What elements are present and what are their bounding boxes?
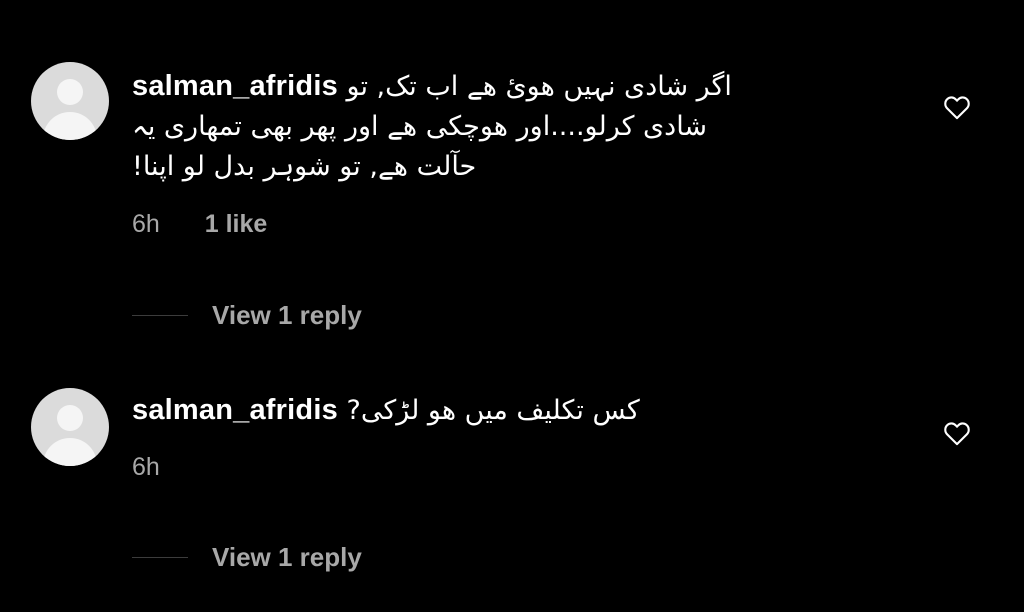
comment-body-line: شادی کرلو....اور ھوچکی ھے اور پھر بھی تم… bbox=[132, 111, 708, 142]
replies-divider bbox=[132, 315, 188, 316]
avatar-head-shape bbox=[57, 79, 83, 105]
comment-text: salman_afridis کس تکلیف میں ھو لڑکی? bbox=[132, 390, 862, 431]
avatar-body-shape bbox=[43, 112, 97, 140]
comment-meta: 6h bbox=[132, 453, 160, 482]
view-replies-label: View 1 reply bbox=[212, 300, 362, 330]
comment-timestamp: 6h bbox=[132, 453, 160, 481]
comment-body-line: اگر شادی نہیں ھوئ ھے اب تک, تو bbox=[346, 71, 732, 102]
heart-icon[interactable] bbox=[943, 94, 971, 120]
comment-line: salman_afridis کس تکلیف میں ھو لڑکی? bbox=[132, 390, 862, 431]
comment-timestamp: 6h bbox=[132, 210, 160, 238]
avatar[interactable] bbox=[31, 62, 109, 140]
comment-username[interactable]: salman_afridis bbox=[132, 394, 338, 426]
avatar[interactable] bbox=[31, 388, 109, 466]
comment-username[interactable]: salman_afridis bbox=[132, 70, 338, 102]
comment-line: salman_afridis اگر شادی نہیں ھوئ ھے اب ت… bbox=[132, 66, 862, 107]
replies-divider bbox=[132, 557, 188, 558]
comment-meta: 6h 1 like bbox=[132, 210, 267, 239]
comment-likes[interactable]: 1 like bbox=[205, 210, 268, 238]
comment-body-line: کس تکلیف میں ھو لڑکی? bbox=[346, 395, 640, 426]
comment-item: salman_afridis کس تکلیف میں ھو لڑکی? 6h … bbox=[0, 340, 1024, 612]
comment-item: salman_afridis اگر شادی نہیں ھوئ ھے اب ت… bbox=[0, 0, 1024, 340]
comment-body-line: حآلت ھے, تو شوہر بدل لو اپنا! bbox=[132, 151, 477, 182]
view-replies-label: View 1 reply bbox=[212, 542, 362, 572]
avatar-head-shape bbox=[57, 405, 83, 431]
comment-text: salman_afridis اگر شادی نہیں ھوئ ھے اب ت… bbox=[132, 66, 862, 187]
heart-icon[interactable] bbox=[943, 420, 971, 446]
avatar-body-shape bbox=[43, 438, 97, 466]
